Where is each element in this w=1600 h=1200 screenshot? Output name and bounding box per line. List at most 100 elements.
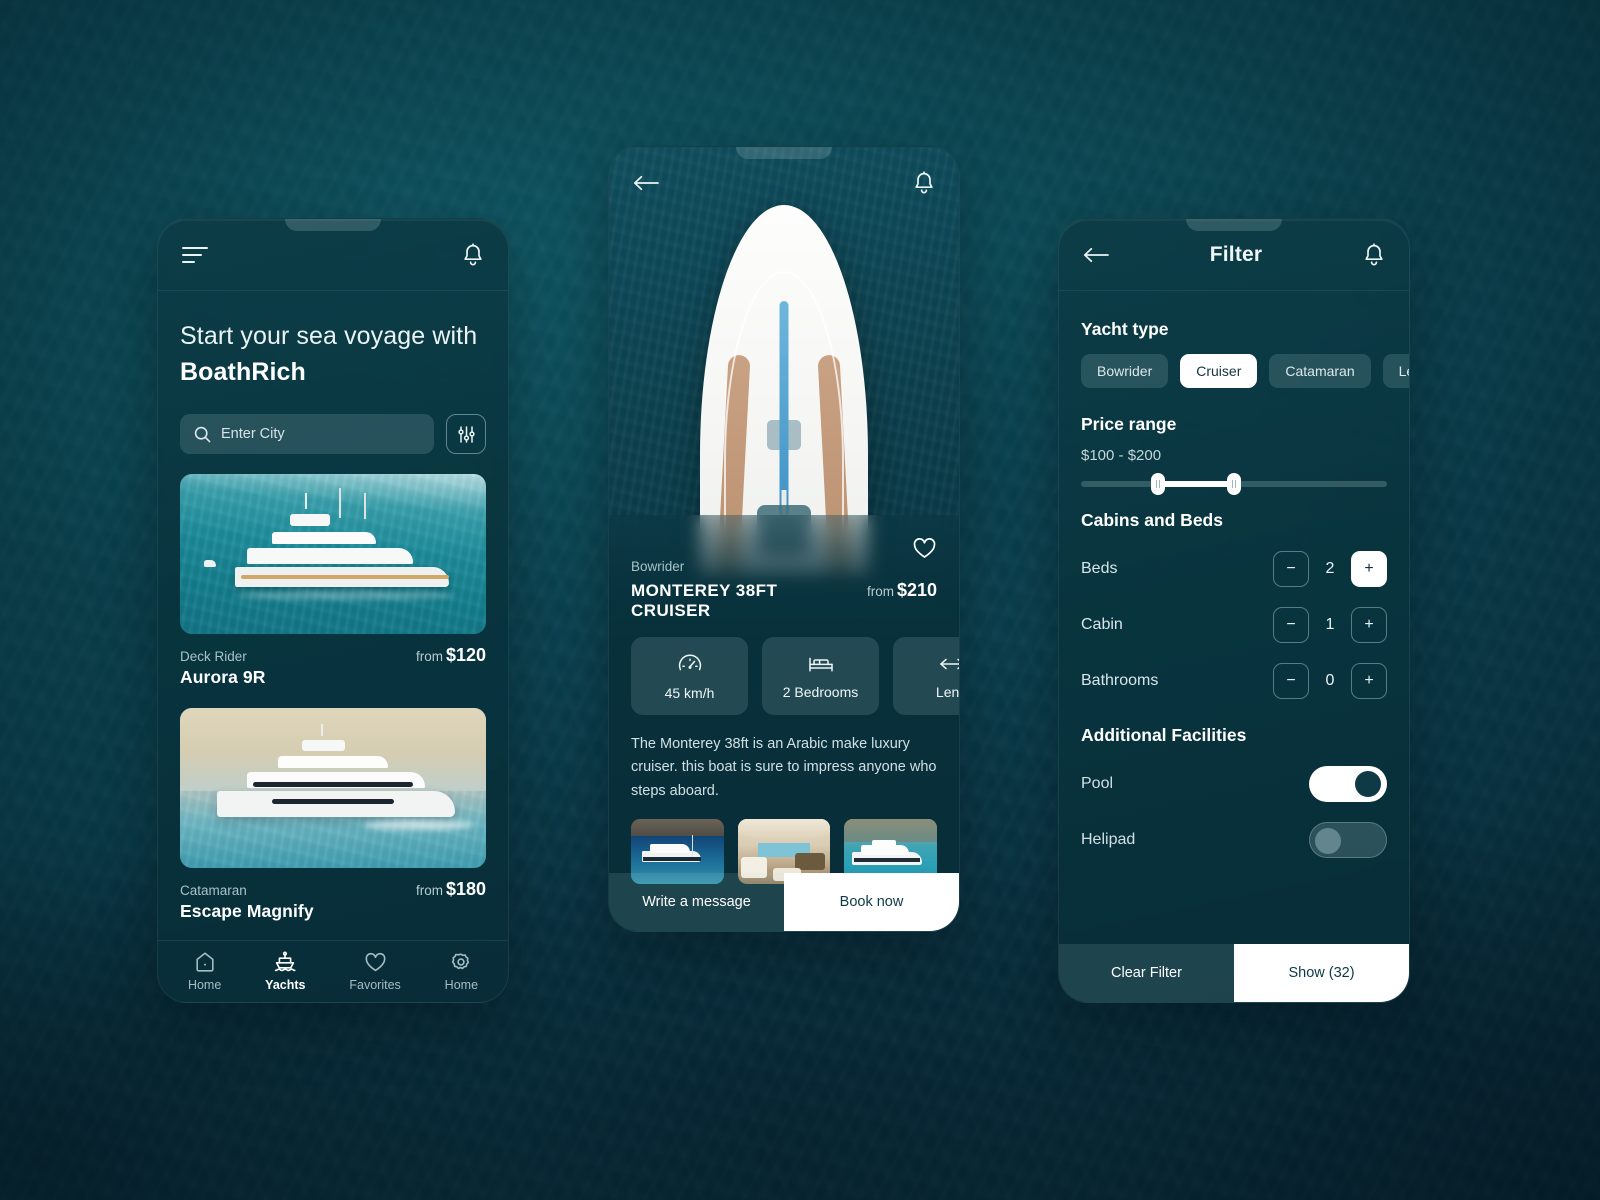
phone-notch [736, 147, 832, 159]
detail-description: The Monterey 38ft is an Arabic make luxu… [631, 736, 937, 799]
spec-length[interactable]: Leng [893, 637, 960, 715]
toggle-knob [1355, 771, 1381, 797]
show-results-button[interactable]: Show (32) [1234, 944, 1409, 1002]
stepper-control: − 1 + [1273, 607, 1387, 643]
heart-icon [364, 952, 387, 973]
home-icon [194, 951, 216, 973]
stepper-label: Cabin [1081, 616, 1123, 633]
yacht-card-price: from $180 [416, 879, 486, 900]
spec-label: Leng [935, 683, 960, 700]
hamburger-icon[interactable] [182, 246, 208, 264]
cabin-minus-button[interactable]: − [1273, 607, 1309, 643]
heart-outline-icon[interactable] [912, 537, 937, 560]
chip-cruiser[interactable]: Cruiser [1180, 354, 1258, 388]
spec-chip-row: 45 km/h 2 Bedrooms Len [631, 637, 959, 715]
page-title: Filter [1209, 242, 1263, 266]
stepper-label: Bathrooms [1081, 672, 1159, 689]
yacht-card-image [180, 708, 486, 868]
speedometer-icon [677, 652, 703, 676]
spec-speed[interactable]: 45 km/h [631, 637, 748, 715]
bathrooms-minus-button[interactable]: − [1273, 663, 1309, 699]
cabins-heading: Cabins and Beds [1081, 510, 1223, 530]
yacht-card[interactable]: Catamaran Escape Magnify from $180 [180, 708, 486, 922]
gear-icon [450, 951, 472, 973]
search-placeholder: Enter City [221, 426, 285, 442]
detail-title-row: MONTEREY 38FT CRUISER from $210 [631, 580, 937, 621]
bathrooms-value: 0 [1325, 672, 1335, 689]
bathrooms-plus-button[interactable]: + [1351, 663, 1387, 699]
spec-label: 2 Bedrooms [782, 683, 859, 700]
stepper-row-beds: Beds − 2 + [1081, 551, 1387, 587]
tab-label: Yachts [265, 978, 306, 992]
facility-row-helipad: Helipad [1081, 822, 1387, 858]
yacht-card-name: Escape Magnify [180, 901, 314, 921]
pool-toggle[interactable] [1309, 766, 1387, 802]
stepper-control: − 0 + [1273, 663, 1387, 699]
phone-notch [1186, 219, 1282, 231]
clear-filter-button[interactable]: Clear Filter [1059, 944, 1234, 1002]
slider-handle-min[interactable] [1150, 473, 1165, 495]
bell-icon[interactable] [462, 242, 484, 267]
tab-label: Home [444, 978, 479, 992]
filter-content: Yacht type Bowrider Cruiser Catamaran Le… [1059, 291, 1409, 944]
search-row: Enter City [180, 414, 486, 454]
arrow-left-icon[interactable] [1083, 247, 1109, 263]
beds-minus-button[interactable]: − [1273, 551, 1309, 587]
tab-favorites[interactable]: Favorites [349, 952, 401, 992]
ruler-icon [939, 653, 959, 675]
yacht-card-kind: Catamaran [180, 883, 247, 898]
tab-home[interactable]: Home [188, 951, 221, 992]
price-amount: $210 [896, 580, 937, 600]
yacht-card-meta: Catamaran Escape Magnify from $180 [180, 879, 486, 922]
cabin-value: 1 [1325, 616, 1335, 633]
search-input[interactable]: Enter City [180, 414, 434, 454]
tab-yachts[interactable]: Yachts [265, 951, 305, 992]
bell-icon[interactable] [913, 171, 935, 195]
spec-label: 45 km/h [664, 684, 715, 701]
filter-action-bar: Clear Filter Show (32) [1059, 944, 1409, 1002]
helipad-toggle[interactable] [1309, 822, 1387, 858]
write-message-button[interactable]: Write a message [609, 873, 784, 931]
price-amount: $180 [445, 879, 486, 899]
detail-price: from $210 [867, 580, 937, 601]
cabin-plus-button[interactable]: + [1351, 607, 1387, 643]
price-range-heading: Price range [1081, 414, 1177, 434]
phone-detail-screen: Bowrider MONTEREY 38FT CRUISER from $210 … [608, 146, 960, 932]
beds-plus-button[interactable]: + [1351, 551, 1387, 587]
slider-fill [1157, 481, 1234, 487]
book-now-button[interactable]: Book now [784, 873, 959, 931]
yacht-card-price: from $120 [416, 645, 486, 666]
arrow-left-icon[interactable] [633, 175, 659, 191]
price-range-slider[interactable] [1081, 473, 1387, 495]
chip-bowrider[interactable]: Bowrider [1081, 354, 1169, 388]
yacht-card[interactable]: Deck Rider Aurora 9R from $120 [180, 474, 486, 688]
facility-label: Pool [1081, 775, 1114, 792]
bell-icon[interactable] [1363, 242, 1385, 267]
toggle-knob [1315, 828, 1341, 854]
facility-row-pool: Pool [1081, 766, 1387, 802]
slider-handle-max[interactable] [1227, 473, 1241, 495]
yacht-type-chips: Bowrider Cruiser Catamaran Leona [1081, 354, 1409, 388]
search-icon [194, 426, 211, 443]
boat-icon [273, 951, 297, 973]
stepper-control: − 2 + [1273, 551, 1387, 587]
bottom-tab-bar: Home Yachts Favorites Home [158, 940, 508, 1002]
chip-leona[interactable]: Leona [1382, 354, 1409, 388]
hero-heading: Start your sea voyage with BoathRich [180, 319, 486, 390]
detail-action-bar: Write a message Book now [609, 873, 959, 931]
tab-settings[interactable]: Home [445, 951, 478, 992]
sliders-icon[interactable] [446, 414, 486, 454]
price-prefix: from [415, 649, 443, 664]
phone-home-screen: Start your sea voyage with BoathRich Ent… [157, 218, 509, 1003]
phone-notch [285, 219, 381, 231]
detail-title: MONTEREY 38FT CRUISER [631, 581, 778, 620]
price-amount: $120 [445, 645, 486, 665]
spec-bedrooms[interactable]: 2 Bedrooms [762, 637, 879, 715]
yacht-card-name: Aurora 9R [180, 667, 266, 687]
tab-label: Favorites [349, 977, 401, 992]
chip-catamaran[interactable]: Catamaran [1269, 354, 1371, 388]
facility-label: Helipad [1081, 831, 1136, 848]
price-prefix: from [415, 883, 443, 898]
yacht-card-meta: Deck Rider Aurora 9R from $120 [180, 645, 486, 688]
hero-line-1: Start your sea voyage with [180, 322, 478, 350]
